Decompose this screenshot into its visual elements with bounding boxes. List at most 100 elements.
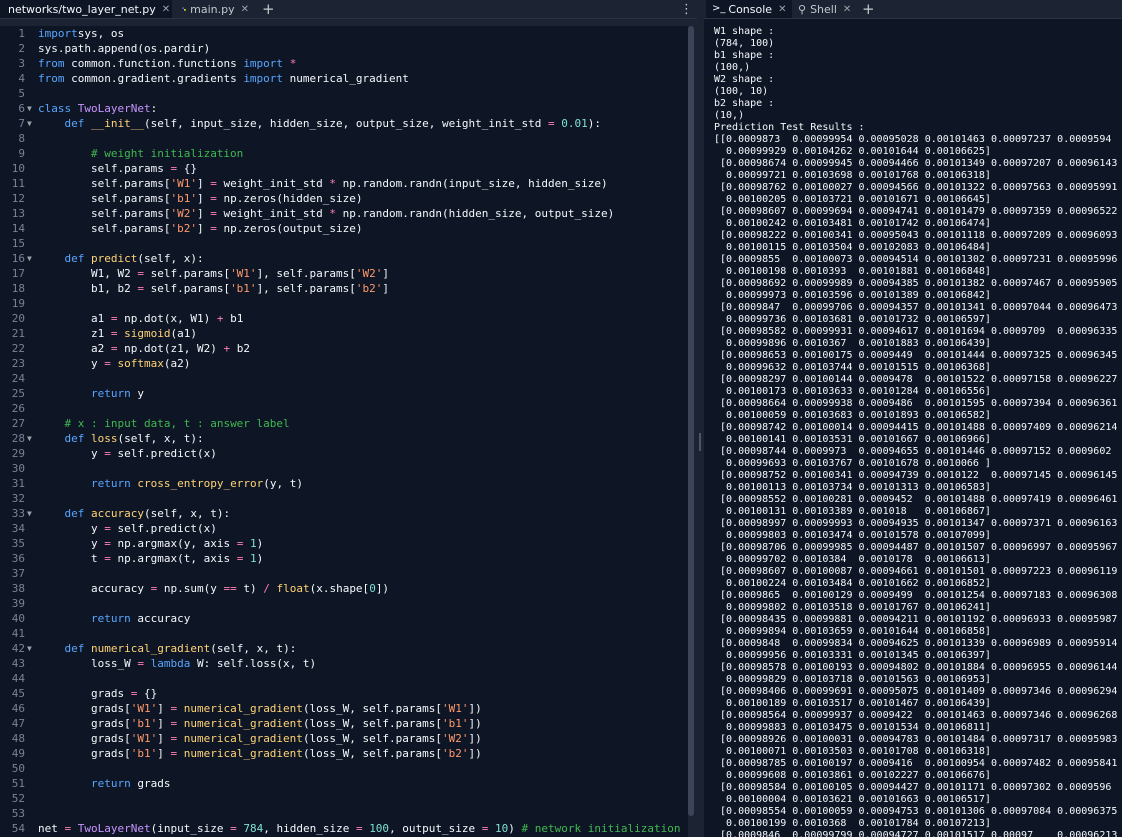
- line-number: 26: [11, 402, 25, 415]
- editor-scrollbar[interactable]: [688, 26, 694, 837]
- console-line: [0.00098584 0.00100105 0.00094427 0.0010…: [714, 782, 1112, 793]
- fold-toggle-icon[interactable]: ▼: [27, 506, 32, 521]
- tab-two-layer-net[interactable]: networks/two_layer_net.py ✕: [0, 0, 172, 18]
- console-line: 0.00100004 0.00103621 0.00101663 0.00106…: [714, 794, 991, 805]
- code-token: =: [104, 357, 111, 370]
- code-text: self.params['b2'] = np.zeros(output_size…: [38, 221, 363, 236]
- add-tab-button[interactable]: +: [262, 0, 275, 18]
- code-token: 'b2': [170, 222, 197, 235]
- console-line: 0.00099883 0.00103475 0.00101534 0.00106…: [714, 722, 991, 733]
- code-token: np.random.randn(input_size, hidden_size): [336, 177, 608, 190]
- close-icon[interactable]: ✕: [162, 4, 170, 15]
- code-text: def numerical_gradient(self, x, t):: [38, 641, 297, 656]
- line-number: 18: [11, 282, 25, 295]
- console-line: 0.00100059 0.00103683 0.00101893 0.00106…: [714, 410, 991, 421]
- console-line: [0.0009848 0.00099834 0.00094625 0.00101…: [714, 638, 1118, 649]
- code-token: self.params[: [143, 282, 231, 295]
- close-icon[interactable]: ✕: [241, 4, 249, 15]
- scrollbar-thumb[interactable]: [688, 26, 694, 816]
- console-line: 0.00099929 0.00104262 0.00101644 0.00106…: [714, 146, 991, 157]
- code-token: import: [243, 72, 284, 85]
- code-token: (loss_W, self.params[: [302, 717, 443, 730]
- close-icon[interactable]: ✕: [843, 4, 851, 15]
- code-text: grads['b1'] = numerical_gradient(loss_W,…: [38, 716, 482, 731]
- tab-shell[interactable]: ⚲ Shell ✕: [796, 0, 858, 18]
- line-number: 41: [11, 627, 25, 640]
- code-token: common.function.functions: [64, 57, 244, 70]
- python-file-icon: [182, 7, 186, 11]
- code-token: np.argmax(y, axis: [110, 537, 237, 550]
- fold-toggle-icon[interactable]: ▼: [27, 431, 32, 446]
- line-number: 42: [11, 642, 25, 655]
- code-token: 'W2': [442, 732, 469, 745]
- console-line: (784, 100): [714, 38, 775, 49]
- more-options-icon[interactable]: ⋮: [680, 0, 693, 18]
- code-text: a1 = np.dot(x, W1) + b1: [38, 311, 243, 326]
- fold-toggle-icon[interactable]: ▼: [27, 251, 32, 266]
- code-token: (self, x, t):: [143, 507, 231, 520]
- tab-console[interactable]: >_ Console ✕: [706, 0, 792, 18]
- code-token: =: [104, 552, 111, 565]
- line-number: 15: [11, 237, 25, 250]
- console-line: 0.00099702 0.0010384 0.0010178 0.0010661…: [714, 554, 991, 565]
- code-token: {}: [137, 687, 158, 700]
- line-number: 53: [11, 807, 25, 820]
- close-icon[interactable]: ✕: [778, 4, 786, 15]
- code-text: from common.gradient.gradients import nu…: [38, 71, 409, 86]
- code-token: ]: [196, 222, 211, 235]
- console-line: [0.00098785 0.00100197 0.0009416 0.00100…: [714, 758, 1118, 769]
- code-token: TwoLayerNet: [77, 102, 151, 115]
- code-token: numerical_gradient: [283, 72, 409, 85]
- code-text: z1 = sigmoid(a1): [38, 326, 197, 341]
- code-token: 'W1': [130, 702, 158, 715]
- line-number: 37: [11, 567, 25, 580]
- code-text: y = np.argmax(y, axis = 1): [38, 536, 263, 551]
- code-token: z1: [38, 327, 111, 340]
- console-line: [0.00098406 0.00099691 0.00095075 0.0010…: [714, 686, 1118, 697]
- line-number: 9: [18, 147, 25, 160]
- fold-toggle-icon[interactable]: ▼: [27, 101, 32, 116]
- splitter-grip[interactable]: [699, 433, 701, 451]
- console-line: 0.00100141 0.00103531 0.00101667 0.00106…: [714, 434, 991, 445]
- code-text: def accuracy(self, x, t):: [38, 506, 231, 521]
- pane-splitter[interactable]: [697, 0, 704, 837]
- code-token: 'W1': [230, 267, 257, 280]
- code-token: # x : input data, t : answer label: [64, 417, 290, 430]
- code-token: ], self.params[: [256, 282, 356, 295]
- code-text: def predict(self, x):: [38, 251, 204, 266]
- code-text: from common.function.functions import *: [38, 56, 296, 71]
- code-token: (a1): [170, 327, 197, 340]
- code-token: t: [38, 552, 105, 565]
- code-token: # network initialization: [521, 822, 681, 835]
- line-number: 32: [11, 492, 25, 505]
- tab-main-py[interactable]: main.py ✕: [178, 0, 254, 18]
- console-line: [0.00098742 0.00100014 0.00094415 0.0010…: [714, 422, 1118, 433]
- code-token: 1: [249, 552, 257, 565]
- line-number: 16: [11, 252, 25, 265]
- code-token: =: [104, 537, 111, 550]
- add-tab-button[interactable]: +: [862, 0, 875, 18]
- fold-toggle-icon[interactable]: ▼: [27, 641, 32, 656]
- fold-toggle-icon[interactable]: ▼: [27, 116, 32, 131]
- code-token: b1, b2: [38, 282, 138, 295]
- console-pane: >_ Console ✕ ⚲ Shell ✕ + W1 shape : (784,…: [704, 0, 1122, 837]
- code-text: self.params['b1'] = np.zeros(hidden_size…: [38, 191, 363, 206]
- tab-label: main.py: [190, 2, 235, 16]
- console-line: [0.00098664 0.00099938 0.0009486 0.00101…: [714, 398, 1118, 409]
- code-token: =: [210, 207, 217, 220]
- code-token: import: [243, 57, 284, 70]
- code-token: y: [130, 387, 144, 400]
- code-text: accuracy = np.sum(y == t) / float(x.shap…: [38, 581, 389, 596]
- code-token: ]): [375, 582, 390, 595]
- line-number: 36: [11, 552, 25, 565]
- code-token: import: [38, 27, 78, 40]
- code-editor[interactable]: 1 importsys, os 2 sys.path.append(os.pardir…: [0, 26, 688, 837]
- console-line: 0.00099736 0.00103681 0.00101732 0.00106…: [714, 314, 991, 325]
- line-number: 33: [11, 507, 25, 520]
- console-line: 0.00099632 0.00103744 0.00101515 0.00106…: [714, 362, 991, 373]
- console-output[interactable]: W1 shape : (784, 100) b1 shape : (100,) W2 s…: [714, 26, 1122, 837]
